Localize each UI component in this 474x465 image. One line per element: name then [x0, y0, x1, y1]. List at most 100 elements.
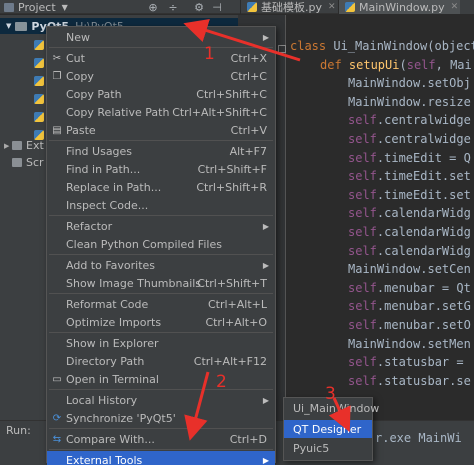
submenu-arrow-icon: ▶	[262, 455, 269, 465]
code-token: MainWindow.setMen	[348, 336, 471, 351]
chevron-down-icon[interactable]: ▼	[6, 22, 11, 30]
menu-item-clean-python-compiled-files[interactable]: Clean Python Compiled Files	[47, 235, 275, 253]
menu-item-label: Copy Relative Path	[66, 105, 170, 119]
code-token: self	[406, 57, 436, 72]
code-token: .timeEdit.set	[376, 169, 471, 184]
menu-separator	[49, 254, 273, 255]
tree-label: Ext	[26, 139, 44, 152]
menu-item-directory-path[interactable]: Directory Path Ctrl+Alt+F12	[47, 352, 275, 370]
code-line[interactable]: self.menubar.setG	[348, 297, 471, 315]
tree-item-scratches[interactable]: Scr	[4, 156, 44, 169]
submenu-arrow-icon: ▶	[262, 32, 269, 42]
menu-item-refactor[interactable]: Refactor ▶	[47, 217, 275, 235]
python-file-icon[interactable]	[34, 58, 44, 68]
code-line[interactable]: self.menubar.setO	[348, 316, 471, 334]
menu-item-shortcut: Ctrl+X	[230, 51, 267, 65]
menu-item-find-usages[interactable]: Find Usages Alt+F7	[47, 142, 275, 160]
code-line[interactable]: self.timeEdit.set	[348, 186, 471, 204]
code-token: self	[348, 187, 377, 202]
code-token: .calendarWidg	[376, 225, 471, 239]
menu-item-copy[interactable]: ❐ Copy Ctrl+C	[47, 67, 275, 85]
gear-icon[interactable]: ⚙	[192, 0, 206, 14]
menu-item-find-in-path[interactable]: Find in Path... Ctrl+Shift+F	[47, 160, 275, 178]
code-line[interactable]: MainWindow.setMen	[348, 335, 471, 353]
menu-item-shortcut: Ctrl+Alt+O	[205, 315, 267, 329]
code-line[interactable]: self.timeEdit = Q	[348, 149, 471, 167]
code-line[interactable]: self.calendarWidg	[348, 242, 471, 260]
code-line[interactable]: class Ui_MainWindow(object	[290, 37, 474, 55]
menu-item-add-to-favorites[interactable]: Add to Favorites ▶	[47, 256, 275, 274]
code-line[interactable]: self.timeEdit.set	[348, 167, 471, 185]
submenu-item-pyuic5[interactable]: Pyuic5	[284, 439, 372, 457]
tab-template-file[interactable]: 基础模板.py ✕	[240, 0, 342, 14]
tree-item-external-libs[interactable]: ▶ Ext	[4, 139, 44, 152]
menu-item-paste[interactable]: ▤ Paste Ctrl+V	[47, 121, 275, 139]
python-file-icon[interactable]	[34, 112, 44, 122]
menu-item-optimize-imports[interactable]: Optimize Imports Ctrl+Alt+O	[47, 313, 275, 331]
code-token: def	[320, 57, 349, 72]
menu-item-label: Reformat Code	[66, 297, 149, 311]
menu-item-copy-path[interactable]: Copy Path Ctrl+Shift+C	[47, 85, 275, 103]
menu-item-synchronize-pyqt5[interactable]: ⟳ Synchronize 'PyQt5'	[47, 409, 275, 427]
menu-item-new[interactable]: New ▶	[47, 28, 275, 46]
menu-item-external-tools[interactable]: External Tools ▶	[47, 451, 275, 465]
submenu-item-qt-designer[interactable]: QT Designer	[284, 420, 372, 438]
code-token: , Mai	[435, 57, 472, 72]
code-line[interactable]: self.calendarWidg	[348, 204, 471, 222]
menu-item-cut[interactable]: ✂ Cut Ctrl+X	[47, 49, 275, 67]
menu-item-open-in-terminal[interactable]: ▭ Open in Terminal	[47, 370, 275, 388]
tab-overflow[interactable]	[460, 0, 474, 14]
chevron-right-icon[interactable]: ▶	[4, 142, 12, 150]
code-token: .menubar.setO	[376, 318, 471, 332]
close-icon[interactable]: ✕	[451, 2, 459, 12]
menu-item-show-image-thumbnails[interactable]: Show Image Thumbnails Ctrl+Shift+T	[47, 274, 275, 292]
menu-item-reformat-code[interactable]: Reformat Code Ctrl+Alt+L	[47, 295, 275, 313]
code-line[interactable]: self.calendarWidg	[348, 223, 471, 241]
code-token: MainWindow.resize	[348, 94, 471, 109]
tab-mainwindow[interactable]: MainWindow.py ✕	[338, 0, 465, 14]
project-view-selector[interactable]: Project ▼	[0, 0, 68, 14]
menu-item-shortcut: Alt+F7	[229, 144, 267, 158]
collapse-icon[interactable]: ÷	[166, 0, 180, 14]
code-line[interactable]: self.statusbar.se	[348, 372, 471, 390]
menu-item-label: Optimize Imports	[66, 315, 162, 329]
menu-item-label: Copy	[66, 69, 94, 83]
tree-label: Scr	[26, 156, 44, 169]
menu-item-compare-with[interactable]: ⇆ Compare With... Ctrl+D	[47, 430, 275, 448]
menu-item-inspect-code[interactable]: Inspect Code...	[47, 196, 275, 214]
code-token: MainWindow.setObj	[348, 76, 471, 91]
close-icon[interactable]: ✕	[328, 2, 336, 12]
menu-item-show-in-explorer[interactable]: Show in Explorer	[47, 334, 275, 352]
code-line[interactable]: def setupUi(self, Mai	[320, 56, 472, 74]
python-file-icon[interactable]	[34, 76, 44, 86]
annotation-number-3: 3	[325, 384, 336, 404]
menu-item-replace-in-path[interactable]: Replace in Path... Ctrl+Shift+R	[47, 178, 275, 196]
code-token: .calendarWidg	[376, 206, 471, 221]
menu-item-copy-relative-path[interactable]: Copy Relative Path Ctrl+Alt+Shift+C	[47, 103, 275, 121]
code-line[interactable]: self.centralwidge	[348, 130, 471, 148]
code-line[interactable]: self.statusbar =	[348, 353, 471, 371]
code-token: self	[348, 318, 377, 332]
code-token: .statusbar.se	[376, 373, 471, 388]
python-file-icon[interactable]	[34, 94, 44, 104]
menu-item-label: Copy Path	[66, 87, 122, 101]
submenu-item-label: QT Designer	[293, 422, 362, 436]
fold-marker[interactable]	[278, 45, 286, 53]
menu-item-label: Show in Explorer	[66, 336, 159, 350]
menu-separator	[49, 293, 273, 294]
target-icon[interactable]: ⊕	[146, 0, 160, 14]
submenu-arrow-icon: ▶	[262, 395, 269, 405]
code-line[interactable]: MainWindow.setObj	[348, 74, 471, 92]
terminal-icon: ▭	[52, 373, 62, 385]
python-file-icon	[247, 2, 257, 12]
code-line[interactable]: self.menubar = Qt	[348, 279, 471, 297]
menu-item-local-history[interactable]: Local History ▶	[47, 391, 275, 409]
code-token: .menubar.setG	[376, 299, 471, 314]
hide-icon[interactable]: ⊣	[210, 0, 224, 14]
python-file-icon[interactable]	[34, 40, 44, 50]
code-token: self	[348, 132, 377, 146]
code-line[interactable]: MainWindow.setCen	[348, 260, 471, 278]
code-line[interactable]: MainWindow.resize	[348, 93, 471, 111]
menu-item-shortcut: Ctrl+Shift+F	[197, 162, 267, 176]
code-line[interactable]: self.centralwidge	[348, 111, 471, 129]
